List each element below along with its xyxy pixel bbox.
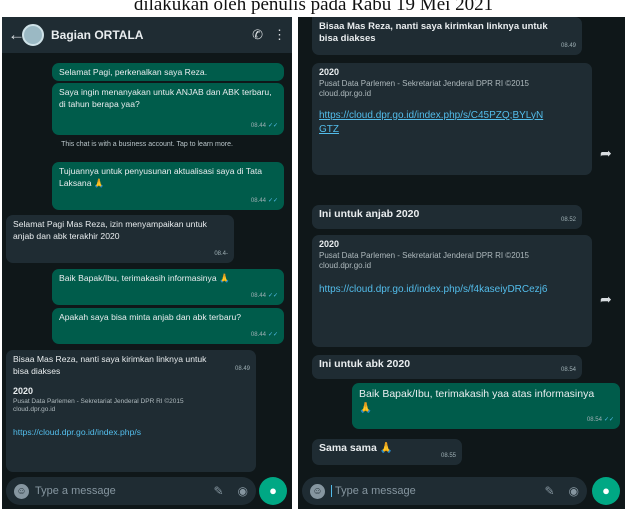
message-time: 08.55 [440, 452, 456, 459]
message-time: 08.44 [250, 197, 266, 204]
document-caption: dilakukan oleh penulis pada Rabu 19 Mei … [133, 0, 494, 15]
contact-avatar[interactable] [22, 24, 44, 46]
right-chat-screenshot: Bisaa Mas Reza, nanti saya kirimkan link… [298, 17, 625, 509]
link-preview-domain: cloud.dpr.go.id [13, 405, 56, 413]
message-bubble-outgoing[interactable]: Tujuannya untuk penyusunan aktualisasi s… [52, 162, 284, 210]
link-preview-card[interactable]: 2020 Pusat Data Parlemen - Sekretariat J… [319, 239, 585, 271]
message-bubble-incoming[interactable]: Selamat Pagi Mas Reza, izin menyampaikan… [6, 215, 234, 263]
message-bubble-incoming[interactable]: Bisaa Mas Reza, nanti saya kirimkan link… [312, 17, 582, 55]
chat-header: ← Bagian ORTALA ✆ ⋮ [2, 17, 292, 53]
text-cursor [331, 485, 332, 498]
message-text: Bisaa Mas Reza, nanti saya kirimkan link… [13, 354, 207, 376]
message-bubble-outgoing[interactable]: Baik Bapak/Ibu, terimakasih yaa atas inf… [352, 383, 620, 429]
attach-icon[interactable]: ✎ [213, 484, 223, 498]
message-time: 08.44 [250, 331, 266, 338]
message-link[interactable]: https://cloud.dpr.go.id/index.php/s/f4ka… [319, 283, 549, 297]
back-arrow-icon[interactable]: ← [8, 25, 25, 45]
link-preview-description: Pusat Data Parlemen - Sekretariat Jender… [13, 397, 184, 405]
read-ticks-icon: ✓✓ [267, 331, 278, 338]
read-ticks-icon: ✓✓ [267, 197, 278, 204]
message-time: 08.54 [586, 416, 602, 423]
message-bubble-incoming[interactable]: Ini untuk abk 2020 08.54 [312, 355, 582, 379]
mic-icon: ● [269, 483, 277, 498]
message-bubble-outgoing[interactable]: Baik Bapak/Ibu, terimakasih informasinya… [52, 269, 284, 305]
message-input[interactable]: ☺ Type a message ✎ ◉ [302, 477, 587, 505]
message-bubble-outgoing[interactable]: Apakah saya bisa minta anjab dan abk ter… [52, 308, 284, 344]
message-text: Tujuannya untuk penyusunan aktualisasi s… [59, 166, 263, 188]
message-time: 08.4- [214, 250, 228, 257]
message-time: 08.49 [234, 366, 250, 372]
link-preview-description: Pusat Data Parlemen - Sekretariat Jender… [319, 78, 529, 88]
attach-icon[interactable]: ✎ [544, 484, 554, 498]
forward-icon[interactable]: ➦ [600, 145, 612, 162]
forward-icon[interactable]: ➦ [600, 291, 612, 308]
message-time: 08.49 [560, 42, 576, 49]
message-text: Ini untuk abk 2020 [319, 358, 411, 370]
message-input-placeholder: Type a message [35, 485, 116, 497]
message-input[interactable]: ☺ Type a message ✎ ◉ [6, 477, 256, 505]
message-link[interactable]: https://cloud.dpr.go.id/index.php/s [13, 427, 249, 439]
message-bubble-incoming[interactable]: Bisaa Mas Reza, nanti saya kirimkan link… [6, 350, 256, 472]
message-text: Baik Bapak/Ibu, terimakasih yaa atas inf… [359, 388, 595, 414]
emoji-icon[interactable]: ☺ [14, 483, 29, 499]
mic-button[interactable]: ● [259, 477, 287, 505]
message-bubble-incoming[interactable]: Ini untuk anjab 2020 08.52 [312, 205, 582, 229]
message-text: Selamat Pagi Mas Reza, izin menyampaikan… [13, 219, 207, 241]
mic-icon: ● [602, 483, 610, 498]
message-bubble-incoming[interactable]: Sama sama 🙏 08.55 [312, 439, 462, 465]
message-time: 08.44 [250, 122, 266, 129]
link-preview-card[interactable]: 2020 Pusat Data Parlemen - Sekretariat J… [319, 67, 585, 99]
read-ticks-icon: ✓✓ [267, 122, 278, 129]
business-account-notice[interactable]: This chat is with a business account. Ta… [32, 140, 262, 149]
more-options-icon[interactable]: ⋮ [273, 27, 286, 43]
message-time: 08.52 [560, 216, 576, 223]
message-text: Sama sama 🙏 [319, 442, 393, 454]
read-ticks-icon: ✓✓ [603, 416, 614, 423]
message-text: Saya ingin menanyakan untuk ANJAB dan AB… [59, 87, 272, 109]
message-bubble-outgoing[interactable]: Selamat Pagi, perkenalkan saya Reza. [52, 63, 284, 81]
link-preview-title: 2020 [319, 239, 340, 249]
link-preview-domain: cloud.dpr.go.id [319, 260, 372, 270]
mic-button[interactable]: ● [592, 477, 620, 505]
link-preview-title: 2020 [319, 67, 340, 77]
message-bubble-outgoing[interactable]: Saya ingin menanyakan untuk ANJAB dan AB… [52, 83, 284, 135]
link-preview-title: 2020 [13, 386, 34, 396]
camera-icon[interactable]: ◉ [238, 484, 248, 498]
message-text: Bisaa Mas Reza, nanti saya kirimkan link… [319, 21, 548, 44]
left-chat-screenshot: ← Bagian ORTALA ✆ ⋮ Selamat Pagi, perken… [2, 17, 292, 509]
camera-icon[interactable]: ◉ [569, 484, 579, 498]
call-add-icon[interactable]: ✆ [252, 27, 263, 43]
message-text: Ini untuk anjab 2020 [319, 208, 420, 220]
message-bubble-incoming[interactable]: 2020 Pusat Data Parlemen - Sekretariat J… [312, 63, 592, 175]
message-text: Selamat Pagi, perkenalkan saya Reza. [59, 67, 208, 77]
link-preview-card[interactable]: 2020 Pusat Data Parlemen - Sekretariat J… [13, 386, 249, 414]
contact-name[interactable]: Bagian ORTALA [51, 28, 242, 42]
message-text: Apakah saya bisa minta anjab dan abk ter… [59, 312, 242, 322]
link-preview-domain: cloud.dpr.go.id [319, 88, 372, 98]
message-composer: ☺ Type a message ✎ ◉ ● [2, 473, 292, 509]
message-composer: ☺ Type a message ✎ ◉ ● [298, 473, 625, 509]
message-text: Baik Bapak/Ibu, terimakasih informasinya… [59, 273, 230, 283]
message-time: 08.44 [250, 292, 266, 299]
message-time: 08.54 [560, 366, 576, 373]
read-ticks-icon: ✓✓ [267, 292, 278, 299]
message-input-placeholder: Type a message [335, 484, 416, 497]
message-link[interactable]: https://cloud.dpr.go.id/index.php/s/C45P… [319, 109, 549, 137]
message-bubble-incoming[interactable]: 2020 Pusat Data Parlemen - Sekretariat J… [312, 235, 592, 347]
emoji-icon[interactable]: ☺ [310, 483, 325, 499]
link-preview-description: Pusat Data Parlemen - Sekretariat Jender… [319, 250, 529, 260]
